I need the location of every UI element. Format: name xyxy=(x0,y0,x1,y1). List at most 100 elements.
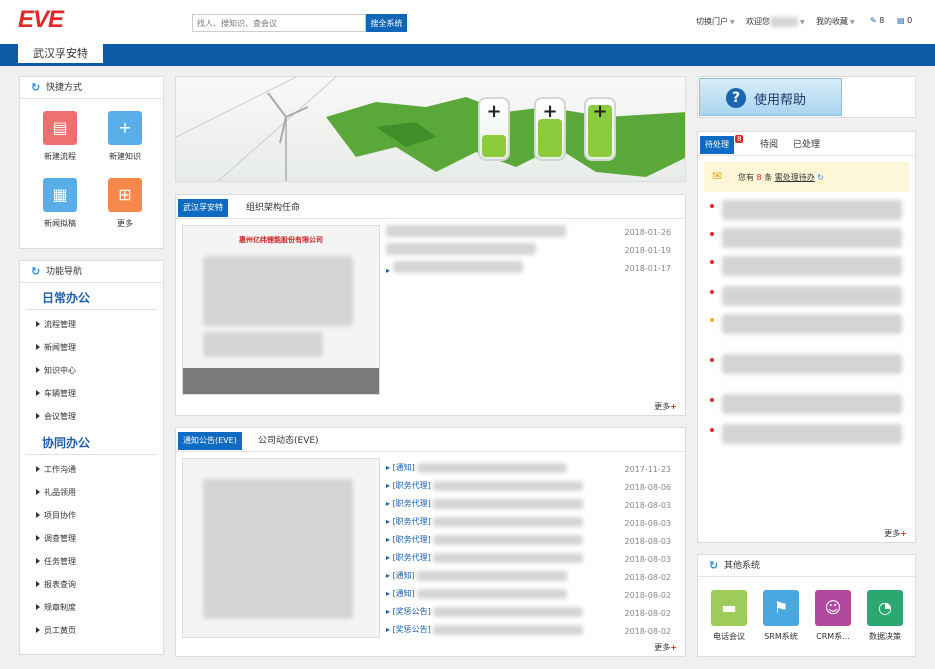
nav-item[interactable]: 调查管理 xyxy=(20,527,163,550)
battery-icon: + xyxy=(478,97,510,161)
favorites-menu[interactable]: 我的收藏 ▼ xyxy=(816,16,855,27)
tab-processed[interactable]: 已处理 xyxy=(793,136,820,154)
todo-item[interactable] xyxy=(722,394,902,414)
srm-icon: ⚑ xyxy=(763,590,799,626)
system-data-decision[interactable]: ◔ 数据决策 xyxy=(863,590,907,642)
document-icon: ▤ xyxy=(897,16,905,25)
nav-item[interactable]: 员工黄页 xyxy=(20,619,163,642)
refresh-icon: ↻ xyxy=(709,559,719,572)
help-icon: ? xyxy=(726,88,746,108)
news-draft-button[interactable]: ▦ 新闻拟稿 xyxy=(30,178,90,229)
notice-row[interactable]: ▸ [职务代理] xyxy=(386,552,584,563)
search-input[interactable] xyxy=(192,14,366,32)
notice-row[interactable]: ▸ [奖惩公告] xyxy=(386,624,584,635)
todo-item[interactable] xyxy=(722,314,902,334)
todo-item[interactable] xyxy=(722,286,902,306)
todo-item[interactable] xyxy=(722,200,902,220)
nav-item[interactable]: 项目协作 xyxy=(20,504,163,527)
username-blurred xyxy=(770,16,798,27)
triangle-icon xyxy=(36,344,40,350)
nav-item[interactable]: 礼品领用 xyxy=(20,481,163,504)
new-knowledge-button[interactable]: + 新建知识 xyxy=(95,111,155,162)
others-title: 其他系统 xyxy=(724,561,761,571)
todo-pending-link[interactable]: 需处理待办 xyxy=(775,173,815,182)
notice-row[interactable]: ▸ [职务代理] xyxy=(386,534,584,545)
notice-date: 2018-08-03 xyxy=(624,501,672,510)
notice-date: 2018-08-02 xyxy=(624,591,672,600)
org-item-1[interactable] xyxy=(386,225,566,239)
search-all-button[interactable]: 搜全系统 xyxy=(366,14,407,32)
help-button[interactable]: ? 使用帮助 xyxy=(699,78,842,116)
nav-item[interactable]: 会议管理 xyxy=(20,405,163,428)
triangle-icon xyxy=(36,581,40,587)
todo-item[interactable] xyxy=(722,424,902,444)
chevron-down-icon: ▼ xyxy=(730,19,735,26)
org-item-2[interactable] xyxy=(386,243,536,257)
tab-notice[interactable]: 通知公告(EVE) xyxy=(178,432,242,450)
triangle-icon xyxy=(36,627,40,633)
eve-logo[interactable]: EVE xyxy=(18,6,64,34)
todo-more-link[interactable]: 更多+ xyxy=(884,528,907,539)
triangle-icon xyxy=(36,535,40,541)
notice-date: 2018-08-02 xyxy=(624,573,672,582)
edit-count[interactable]: ✎ 8 xyxy=(870,16,884,25)
status-dot xyxy=(710,358,714,362)
todo-item[interactable] xyxy=(722,228,902,248)
todo-item[interactable] xyxy=(722,256,902,276)
notice-row[interactable]: ▸ [职务代理] xyxy=(386,498,584,509)
org-more-link[interactable]: 更多+ xyxy=(654,401,677,412)
notice-row[interactable]: ▸ [职务代理] xyxy=(386,480,584,491)
notice-date: 2018-08-06 xyxy=(624,483,672,492)
notice-row[interactable]: ▸ [通知] xyxy=(386,570,568,581)
refresh-icon: ↻ xyxy=(31,81,41,94)
tab-pending[interactable]: 待处理 xyxy=(700,136,734,154)
chart-icon: ◔ xyxy=(867,590,903,626)
system-crm[interactable]: ☺ CRM系... xyxy=(811,590,855,642)
tab-company-news[interactable]: 公司动态(EVE) xyxy=(258,432,319,450)
notice-thumbnail[interactable] xyxy=(182,458,380,638)
tab-to-read[interactable]: 待阅 xyxy=(760,136,778,154)
tab-wuhan-org[interactable]: 武汉孚安特 xyxy=(178,199,228,217)
nav-item[interactable]: 知识中心 xyxy=(20,359,163,382)
notice-row[interactable]: ▸ [通知] xyxy=(386,588,568,599)
refresh-icon[interactable]: ↻ xyxy=(817,173,824,182)
chevron-down-icon: ▼ xyxy=(800,19,805,26)
nav-item[interactable]: 任务管理 xyxy=(20,550,163,573)
nav-item[interactable]: 车辆管理 xyxy=(20,382,163,405)
welcome-user[interactable]: 欢迎您 ▼ xyxy=(746,16,805,27)
banner[interactable]: + + + xyxy=(175,76,686,182)
system-srm[interactable]: ⚑ SRM系统 xyxy=(759,590,803,642)
triangle-icon xyxy=(36,466,40,472)
nav-item[interactable]: 流程管理 xyxy=(20,313,163,336)
tab-org-appointment[interactable]: 组织架构任命 xyxy=(246,199,300,217)
status-dot xyxy=(710,398,714,402)
nav-item[interactable]: 新闻管理 xyxy=(20,336,163,359)
system-phone-conference[interactable]: ▬ 电话会议 xyxy=(707,590,751,642)
nav-strip: 武汉孚安特 xyxy=(0,44,935,66)
envelope-icon: ✉ xyxy=(712,169,723,183)
status-dot xyxy=(710,260,714,264)
nav-item[interactable]: 报表查询 xyxy=(20,573,163,596)
new-flow-button[interactable]: ▤ 新建流程 xyxy=(30,111,90,162)
notice-row[interactable]: ▸ [通知] xyxy=(386,462,568,473)
nav-item[interactable]: 规章制度 xyxy=(20,596,163,619)
notice-row[interactable]: ▸ [职务代理] xyxy=(386,516,584,527)
org-item-3[interactable]: ▸ xyxy=(386,261,523,275)
nav-item[interactable]: 工作沟通 xyxy=(20,458,163,481)
grid-icon: ⊞ xyxy=(108,178,142,212)
todo-item[interactable] xyxy=(722,354,902,374)
knowledge-icon: + xyxy=(108,111,142,145)
org-panel: 武汉孚安特 组织架构任命 惠州亿纬锂能股份有限公司 2018-01-26 201… xyxy=(175,194,686,416)
todo-panel: 待处理 8 待阅 已处理 ✉ 您有 8 条 需处理待办 ↻ 更多+ xyxy=(697,131,916,543)
notice-more-link[interactable]: 更多+ xyxy=(654,642,677,653)
triangle-icon xyxy=(36,489,40,495)
more-shortcuts-button[interactable]: ⊞ 更多 xyxy=(95,178,155,229)
notice-date: 2018-08-02 xyxy=(624,627,672,636)
switch-portal-menu[interactable]: 切换门户 ▼ xyxy=(696,16,735,27)
notice-row[interactable]: ▸ [奖惩公告] xyxy=(386,606,584,617)
org-thumbnail[interactable]: 惠州亿纬锂能股份有限公司 xyxy=(182,225,380,395)
users-icon: ☺ xyxy=(815,590,851,626)
tab-wuhan[interactable]: 武汉孚安特 xyxy=(18,44,103,66)
doc-count[interactable]: ▤ 0 xyxy=(897,16,912,25)
funcnav-title: 功能导航 xyxy=(46,267,83,277)
